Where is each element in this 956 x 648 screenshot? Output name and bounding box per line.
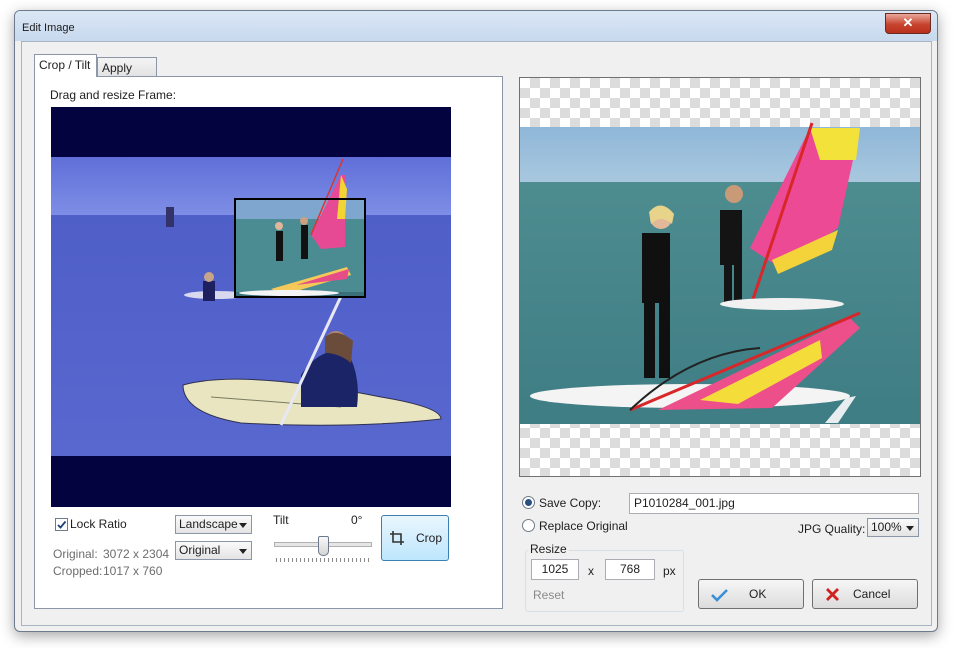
save-copy-label: Save Copy: — [539, 496, 602, 510]
cropped-label: Cropped: — [53, 564, 103, 578]
cancel-button-label: Cancel — [853, 587, 891, 601]
original-dimensions: 3072 x 2304 — [103, 547, 170, 561]
close-button[interactable]: ✕ — [885, 13, 931, 34]
crop-button[interactable]: Crop — [381, 515, 449, 561]
save-copy-radio[interactable] — [522, 496, 535, 509]
radio-selected-dot — [525, 499, 532, 506]
jpg-quality-label: JPG Quality: — [798, 522, 866, 536]
frame-instruction: Drag and resize Frame: — [50, 88, 177, 102]
replace-original-radio[interactable] — [522, 519, 535, 532]
tilt-slider-thumb[interactable] — [318, 536, 329, 556]
tilt-slider-ticks — [276, 558, 370, 562]
reset-link[interactable]: Reset — [533, 588, 564, 602]
dialog-body: Crop / Tilt Apply Filter Drag and resize… — [21, 41, 932, 626]
resize-height-input[interactable]: 768 — [605, 559, 655, 580]
tilt-value: 0° — [351, 513, 363, 527]
crop-icon — [390, 531, 404, 545]
checkmark-icon — [57, 520, 67, 529]
checkmark-icon — [711, 589, 728, 602]
size-dropdown[interactable]: Original — [175, 541, 252, 560]
cancel-button[interactable]: Cancel — [812, 579, 918, 609]
tab-crop-tilt[interactable]: Crop / Tilt — [34, 54, 97, 77]
chevron-down-icon — [239, 523, 247, 528]
ok-button[interactable]: OK — [698, 579, 804, 609]
title-bar[interactable]: Edit Image ✕ — [15, 11, 937, 41]
ok-button-label: OK — [749, 587, 767, 601]
chevron-down-icon — [906, 526, 914, 531]
resize-width-value: 1025 — [541, 562, 569, 576]
jpg-quality-dropdown[interactable]: 100% — [867, 518, 919, 537]
filename-value: P1010284_001.jpg — [634, 496, 735, 510]
tab-apply-filter[interactable]: Apply Filter — [97, 57, 157, 95]
edit-image-dialog: Edit Image ✕ Crop / Tilt Apply Filter Dr… — [14, 10, 938, 632]
tab-crop-tilt-label: Crop / Tilt — [39, 58, 91, 72]
jpg-quality-value: 100% — [871, 520, 902, 534]
orientation-value: Landscape — [179, 517, 238, 531]
resize-unit: px — [663, 564, 676, 578]
crop-button-label: Crop — [416, 531, 443, 545]
tilt-label: Tilt — [273, 513, 289, 527]
resize-group-label: Resize — [528, 542, 569, 556]
resize-separator: x — [588, 564, 594, 578]
close-icon: ✕ — [902, 15, 914, 30]
lock-ratio-checkbox[interactable] — [55, 518, 68, 531]
orientation-dropdown[interactable]: Landscape — [175, 515, 252, 534]
preview-pane — [519, 77, 921, 477]
resize-height-value: 768 — [619, 562, 641, 576]
window-title: Edit Image — [22, 22, 75, 34]
filename-input[interactable]: P1010284_001.jpg — [629, 493, 919, 514]
chevron-down-icon — [239, 549, 247, 554]
lock-ratio-label: Lock Ratio — [70, 517, 127, 531]
source-photo — [51, 157, 451, 456]
cropped-dimensions: 1017 x 760 — [103, 564, 163, 578]
preview-photo — [520, 122, 920, 424]
original-label: Original: — [53, 547, 98, 561]
close-icon — [826, 588, 839, 601]
crop-frame-canvas[interactable] — [51, 107, 451, 507]
size-value: Original — [179, 543, 221, 557]
crop-tilt-panel: Drag and resize Frame: Lock Ratio Landsc… — [34, 76, 503, 609]
resize-width-input[interactable]: 1025 — [531, 559, 579, 580]
replace-original-label: Replace Original — [539, 519, 628, 533]
